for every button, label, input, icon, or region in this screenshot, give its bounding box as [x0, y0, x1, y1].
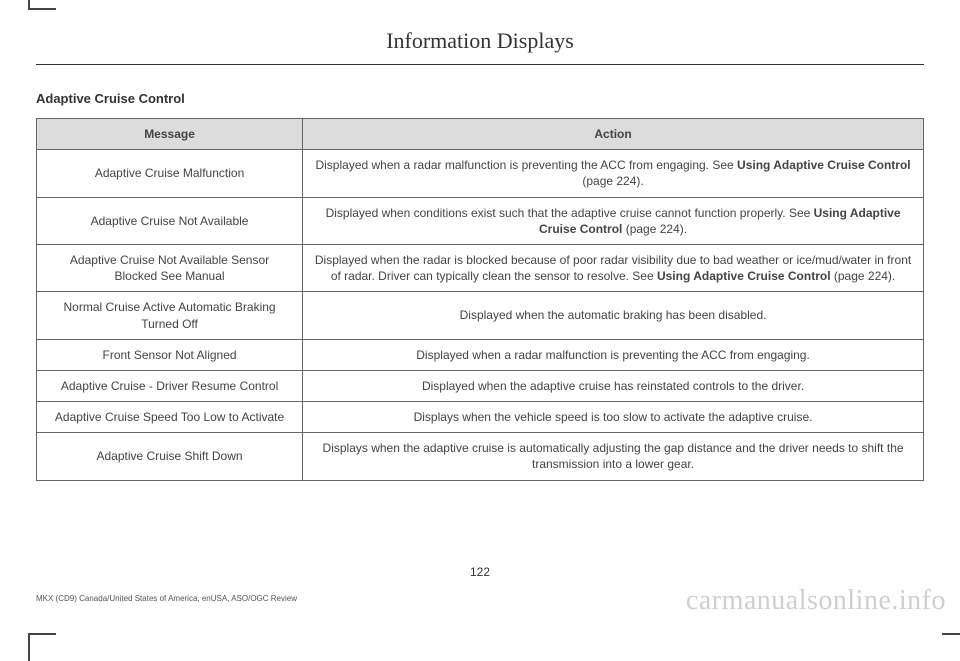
table-row: Adaptive Cruise Malfunction Displayed wh… — [37, 150, 924, 197]
cell-action: Displayed when the adaptive cruise has r… — [303, 370, 924, 401]
cell-message: Adaptive Cruise Speed Too Low to Activat… — [37, 402, 303, 433]
cell-action: Displayed when the automatic braking has… — [303, 292, 924, 339]
table-row: Adaptive Cruise Not Available Sensor Blo… — [37, 244, 924, 291]
crop-mark-top-left — [28, 0, 56, 10]
cell-action: Displays when the vehicle speed is too s… — [303, 402, 924, 433]
cell-message: Normal Cruise Active Automatic Braking T… — [37, 292, 303, 339]
table-row: Front Sensor Not Aligned Displayed when … — [37, 339, 924, 370]
cell-message: Adaptive Cruise Malfunction — [37, 150, 303, 197]
page-body: Information Displays Adaptive Cruise Con… — [0, 0, 960, 481]
cell-action: Displays when the adaptive cruise is aut… — [303, 433, 924, 480]
chapter-title: Information Displays — [36, 28, 924, 65]
table-row: Adaptive Cruise Not Available Displayed … — [37, 197, 924, 244]
cell-action: Displayed when a radar malfunction is pr… — [303, 339, 924, 370]
watermark: carmanualsonline.info — [686, 585, 946, 617]
cell-action: Displayed when conditions exist such tha… — [303, 197, 924, 244]
section-heading: Adaptive Cruise Control — [36, 91, 924, 106]
table-row: Adaptive Cruise Speed Too Low to Activat… — [37, 402, 924, 433]
crop-mark-bottom-right — [942, 633, 960, 661]
cell-message: Adaptive Cruise Not Available Sensor Blo… — [37, 244, 303, 291]
cell-message: Front Sensor Not Aligned — [37, 339, 303, 370]
page-number: 122 — [0, 565, 960, 579]
cell-action: Displayed when a radar malfunction is pr… — [303, 150, 924, 197]
cell-message: Adaptive Cruise Not Available — [37, 197, 303, 244]
col-header-message: Message — [37, 119, 303, 150]
cell-action: Displayed when the radar is blocked beca… — [303, 244, 924, 291]
cell-message: Adaptive Cruise Shift Down — [37, 433, 303, 480]
fineprint: MKX (CD9) Canada/United States of Americ… — [36, 594, 297, 603]
col-header-action: Action — [303, 119, 924, 150]
table-row: Normal Cruise Active Automatic Braking T… — [37, 292, 924, 339]
crop-mark-bottom-left — [28, 633, 56, 661]
cell-message: Adaptive Cruise - Driver Resume Control — [37, 370, 303, 401]
table-row: Adaptive Cruise - Driver Resume Control … — [37, 370, 924, 401]
table-row: Adaptive Cruise Shift Down Displays when… — [37, 433, 924, 480]
messages-table: Message Action Adaptive Cruise Malfuncti… — [36, 118, 924, 481]
